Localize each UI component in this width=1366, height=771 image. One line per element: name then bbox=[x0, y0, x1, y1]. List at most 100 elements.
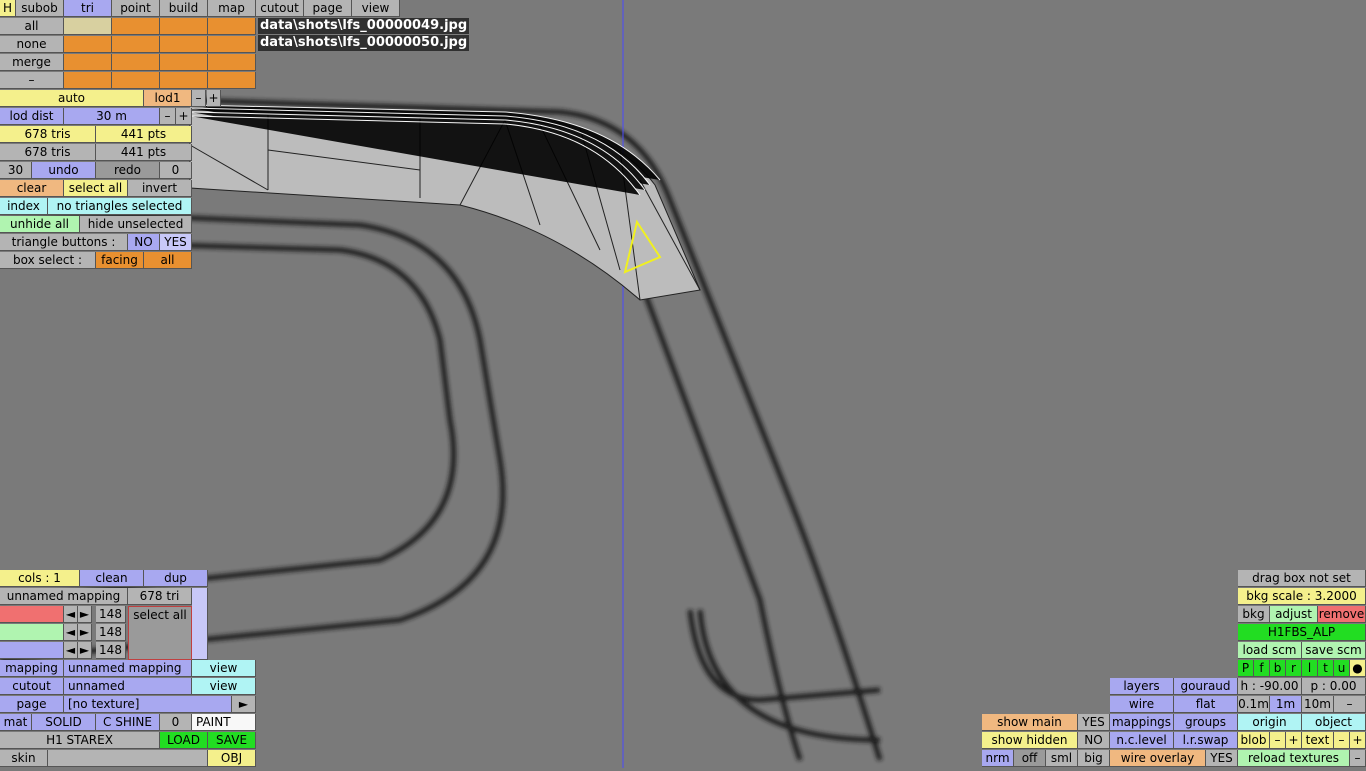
tab-subob[interactable]: subob bbox=[16, 0, 64, 17]
page-next-button[interactable]: ► bbox=[232, 696, 256, 713]
object-button[interactable]: object bbox=[1302, 714, 1366, 731]
text-button[interactable]: text bbox=[1302, 732, 1334, 749]
grid-cell[interactable] bbox=[160, 72, 208, 89]
red-right-button[interactable]: ► bbox=[78, 606, 92, 623]
undo-button[interactable]: undo bbox=[32, 162, 96, 179]
grid-cell[interactable] bbox=[160, 36, 208, 53]
flag-r[interactable]: r bbox=[1286, 660, 1302, 677]
step-10m[interactable]: 10m bbox=[1302, 696, 1334, 713]
blob-plus[interactable]: + bbox=[1286, 732, 1302, 749]
cols-button[interactable]: cols : 1 bbox=[0, 570, 80, 587]
layers-button[interactable]: layers bbox=[1110, 678, 1174, 695]
grid-cell[interactable] bbox=[64, 36, 112, 53]
grid-cell[interactable] bbox=[64, 54, 112, 71]
mapping-view-button[interactable]: view bbox=[192, 660, 256, 677]
save-button[interactable]: SAVE bbox=[208, 732, 256, 749]
view-nrm[interactable]: nrm bbox=[982, 750, 1014, 767]
obj-button[interactable]: OBJ bbox=[208, 750, 256, 767]
bkg-button[interactable]: bkg bbox=[1238, 606, 1270, 623]
tab-cutout[interactable]: cutout bbox=[256, 0, 304, 17]
lod1-button[interactable]: lod1 bbox=[144, 90, 192, 107]
lod-dist-value[interactable]: 30 m bbox=[64, 108, 160, 125]
skin-field[interactable] bbox=[48, 750, 208, 767]
mappings-button[interactable]: mappings bbox=[1110, 714, 1174, 731]
step-0.1m[interactable]: 0.1m bbox=[1238, 696, 1270, 713]
index-button[interactable]: index bbox=[0, 198, 48, 215]
gouraud-button[interactable]: gouraud bbox=[1174, 678, 1238, 695]
grid-cell[interactable] bbox=[112, 18, 160, 35]
dup-button[interactable]: dup bbox=[144, 570, 208, 587]
step-minus[interactable]: – bbox=[1334, 696, 1366, 713]
select-all-button[interactable]: select all bbox=[64, 180, 128, 197]
lod-plus-button[interactable]: + bbox=[207, 90, 221, 107]
grid-cell[interactable] bbox=[208, 72, 256, 89]
view-off[interactable]: off bbox=[1014, 750, 1046, 767]
step-1m[interactable]: 1m bbox=[1270, 696, 1302, 713]
none-button[interactable]: none bbox=[0, 36, 64, 53]
grid-cell[interactable] bbox=[160, 18, 208, 35]
tab-page[interactable]: page bbox=[304, 0, 352, 17]
blob-button[interactable]: blob bbox=[1238, 732, 1270, 749]
clear-button[interactable]: clear bbox=[0, 180, 64, 197]
lod-minus-button[interactable]: – bbox=[192, 90, 206, 107]
load-scm-button[interactable]: load scm bbox=[1238, 642, 1302, 659]
show-hidden-toggle[interactable]: NO bbox=[1078, 732, 1110, 749]
h-button[interactable]: H bbox=[0, 0, 16, 17]
grid-cell[interactable] bbox=[112, 54, 160, 71]
nc-level-button[interactable]: n.c.level bbox=[1110, 732, 1174, 749]
pitch-value[interactable]: p : 0.00 bbox=[1302, 678, 1366, 695]
flag-p[interactable]: P bbox=[1238, 660, 1254, 677]
redo-button[interactable]: redo bbox=[96, 162, 160, 179]
reload-minus[interactable]: – bbox=[1350, 750, 1366, 767]
auto-button[interactable]: auto bbox=[0, 90, 144, 107]
grid-cell[interactable] bbox=[64, 72, 112, 89]
cshine-button[interactable]: C SHINE bbox=[96, 714, 160, 731]
dash-button[interactable]: – bbox=[0, 72, 64, 89]
remove-button[interactable]: remove bbox=[1318, 606, 1366, 623]
grid-cell[interactable] bbox=[208, 18, 256, 35]
all-button[interactable]: all bbox=[0, 18, 64, 35]
grid-cell[interactable] bbox=[160, 54, 208, 71]
green-slider[interactable] bbox=[0, 624, 64, 641]
groups-button[interactable]: groups bbox=[1174, 714, 1238, 731]
flag-u[interactable]: u bbox=[1334, 660, 1350, 677]
colour-select-all-box[interactable]: select all bbox=[128, 606, 192, 660]
red-slider[interactable] bbox=[0, 606, 64, 623]
blob-minus[interactable]: – bbox=[1270, 732, 1286, 749]
adjust-button[interactable]: adjust bbox=[1270, 606, 1318, 623]
bkg-scale[interactable]: bkg scale : 3.2000 bbox=[1238, 588, 1366, 605]
merge-button[interactable]: merge bbox=[0, 54, 64, 71]
cutout-select[interactable]: unnamed bbox=[64, 678, 192, 695]
wire-button[interactable]: wire bbox=[1110, 696, 1174, 713]
flag-t[interactable]: t bbox=[1318, 660, 1334, 677]
origin-button[interactable]: origin bbox=[1238, 714, 1302, 731]
tab-view[interactable]: view bbox=[352, 0, 400, 17]
tab-build[interactable]: build bbox=[160, 0, 208, 17]
triangle-buttons-no[interactable]: NO bbox=[128, 234, 160, 251]
invert-button[interactable]: invert bbox=[128, 180, 192, 197]
flat-button[interactable]: flat bbox=[1174, 696, 1238, 713]
green-right-button[interactable]: ► bbox=[78, 624, 92, 641]
blue-left-button[interactable]: ◄ bbox=[64, 642, 78, 659]
flag-dot[interactable]: ● bbox=[1350, 660, 1366, 677]
grid-cell[interactable] bbox=[112, 72, 160, 89]
hide-unselected-button[interactable]: hide unselected bbox=[80, 216, 192, 233]
mapping-select[interactable]: unnamed mapping bbox=[64, 660, 192, 677]
grid-cell[interactable] bbox=[112, 36, 160, 53]
grid-cell[interactable] bbox=[64, 18, 112, 35]
tab-point[interactable]: point bbox=[112, 0, 160, 17]
blue-right-button[interactable]: ► bbox=[78, 642, 92, 659]
flag-b[interactable]: b bbox=[1270, 660, 1286, 677]
lod-dist-minus[interactable]: – bbox=[160, 108, 176, 125]
heading-value[interactable]: h : -90.00 bbox=[1238, 678, 1302, 695]
paint-button[interactable]: PAINT bbox=[192, 714, 256, 731]
clean-button[interactable]: clean bbox=[80, 570, 144, 587]
reload-textures-button[interactable]: reload textures bbox=[1238, 750, 1350, 767]
blue-slider[interactable] bbox=[0, 642, 64, 659]
mapping-scrollbar[interactable] bbox=[192, 588, 208, 660]
text-minus[interactable]: – bbox=[1334, 732, 1350, 749]
page-select[interactable]: [no texture] bbox=[64, 696, 232, 713]
box-select-facing[interactable]: facing bbox=[96, 252, 144, 269]
box-select-all[interactable]: all bbox=[144, 252, 192, 269]
red-left-button[interactable]: ◄ bbox=[64, 606, 78, 623]
